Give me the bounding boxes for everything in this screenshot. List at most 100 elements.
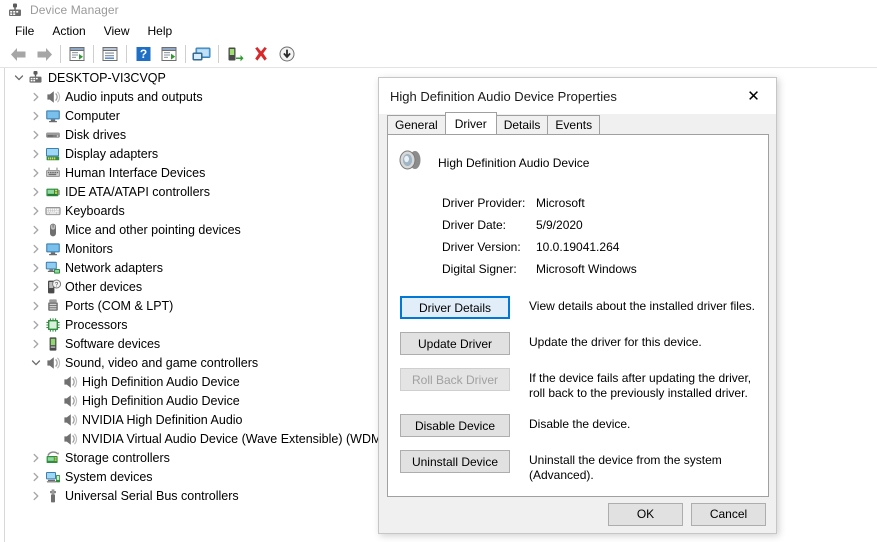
chevron-right-icon[interactable] xyxy=(28,296,44,315)
toolbar-separator xyxy=(93,45,94,63)
action-row: Driver Details View details about the in… xyxy=(400,296,768,319)
action-description: Uninstall the device from the system (Ad… xyxy=(529,453,722,482)
tree-item-label: High Definition Audio Device xyxy=(82,393,240,408)
help-icon[interactable]: ? xyxy=(130,42,156,66)
show-hidden-devices-icon[interactable] xyxy=(156,42,182,66)
tree-item-label: IDE ATA/ATAPI controllers xyxy=(65,184,210,199)
disable-device-icon[interactable] xyxy=(274,42,300,66)
tab-driver[interactable]: Driver xyxy=(444,112,497,134)
monitor-icon xyxy=(44,239,62,258)
unknown-device-icon: ? xyxy=(44,277,62,296)
speaker-icon xyxy=(61,429,79,448)
driver-tab-panel: High Definition Audio Device Driver Prov… xyxy=(387,134,769,497)
action-description: Disable the device. xyxy=(529,417,631,431)
chevron-right-icon[interactable] xyxy=(28,144,44,163)
menu-help[interactable]: Help xyxy=(139,22,182,40)
chevron-right-icon[interactable] xyxy=(28,448,44,467)
chevron-right-icon[interactable] xyxy=(28,182,44,201)
chevron-right-icon[interactable] xyxy=(28,334,44,353)
driver-details-button[interactable]: Driver Details xyxy=(400,296,510,319)
ok-button[interactable]: OK xyxy=(608,502,683,526)
chevron-right-icon[interactable] xyxy=(28,467,44,486)
device-name: High Definition Audio Device xyxy=(438,155,590,170)
keyboard-icon xyxy=(44,201,62,220)
action-description: View details about the installed driver … xyxy=(529,299,755,313)
ide-controller-icon xyxy=(44,182,62,201)
chevron-right-icon[interactable] xyxy=(28,220,44,239)
disk-icon xyxy=(44,125,62,144)
chevron-right-icon[interactable] xyxy=(28,106,44,125)
update-driver-icon[interactable] xyxy=(97,42,123,66)
tree-item-label: Mice and other pointing devices xyxy=(65,222,241,237)
mouse-icon xyxy=(44,220,62,239)
close-icon[interactable]: ✕ xyxy=(731,81,776,111)
action-description: If the device fails after updating the d… xyxy=(529,371,752,400)
uninstall-device-button[interactable]: Uninstall Device xyxy=(400,450,510,473)
speaker-icon xyxy=(61,372,79,391)
system-device-icon xyxy=(44,467,62,486)
chevron-right-icon[interactable] xyxy=(28,277,44,296)
toolbar: ? xyxy=(0,41,877,68)
properties-icon[interactable] xyxy=(64,42,90,66)
chevron-right-icon[interactable] xyxy=(28,125,44,144)
menu-file[interactable]: File xyxy=(6,22,43,40)
forward-icon[interactable] xyxy=(31,42,57,66)
hid-icon xyxy=(44,163,62,182)
tree-item-label: Human Interface Devices xyxy=(65,165,206,180)
chevron-right-icon[interactable] xyxy=(28,87,44,106)
tree-item-label: Computer xyxy=(65,108,120,123)
dialog-footer: OK Cancel xyxy=(379,495,776,533)
chevron-right-icon[interactable] xyxy=(28,163,44,182)
field-value: 10.0.19041.264 xyxy=(536,240,620,254)
tree-item-label: Monitors xyxy=(65,241,113,256)
tree-item-label: Network adapters xyxy=(65,260,163,275)
port-icon xyxy=(44,296,62,315)
tree-item-label: Disk drives xyxy=(65,127,127,142)
update-driver-button[interactable]: Update Driver xyxy=(400,332,510,355)
speaker-icon xyxy=(44,87,62,106)
menu-view[interactable]: View xyxy=(95,22,139,40)
tab-details[interactable]: Details xyxy=(495,115,549,134)
chevron-right-icon[interactable] xyxy=(28,201,44,220)
chevron-right-icon[interactable] xyxy=(28,258,44,277)
chevron-right-icon[interactable] xyxy=(28,239,44,258)
tree-item-label: Universal Serial Bus controllers xyxy=(65,488,239,503)
svg-text:?: ? xyxy=(139,47,146,61)
scan-hardware-changes-icon[interactable] xyxy=(189,42,215,66)
tab-events[interactable]: Events xyxy=(547,115,601,134)
field-value: Microsoft Windows xyxy=(536,262,637,276)
monitor-icon xyxy=(44,106,62,125)
processor-icon xyxy=(44,315,62,334)
field-value: Microsoft xyxy=(536,196,585,210)
cancel-button[interactable]: Cancel xyxy=(691,502,766,526)
menu-bar: File Action View Help xyxy=(0,20,877,41)
uninstall-device-icon[interactable] xyxy=(248,42,274,66)
device-manager-window: Device Manager File Action View Help ? D… xyxy=(0,0,877,542)
display-adapter-icon xyxy=(44,144,62,163)
storage-controller-icon xyxy=(44,448,62,467)
action-row: Uninstall Device Uninstall the device fr… xyxy=(400,450,768,483)
tree-item-label: Display adapters xyxy=(65,146,159,161)
network-adapter-icon xyxy=(44,258,62,277)
disable-device-button[interactable]: Disable Device xyxy=(400,414,510,437)
chevron-down-icon[interactable] xyxy=(11,68,27,87)
back-icon[interactable] xyxy=(5,42,31,66)
tree-item-label: DESKTOP-VI3CVQP xyxy=(48,70,166,85)
tree-item-label: Ports (COM & LPT) xyxy=(65,298,174,313)
field-row: Digital Signer: Microsoft Windows xyxy=(442,258,768,280)
field-row: Driver Provider: Microsoft xyxy=(442,192,768,214)
driver-actions: Driver Details View details about the in… xyxy=(400,296,768,483)
chevron-right-icon[interactable] xyxy=(28,486,44,505)
device-header: High Definition Audio Device xyxy=(388,135,768,178)
speaker-icon xyxy=(61,410,79,429)
toolbar-separator xyxy=(185,45,186,63)
chevron-down-icon[interactable] xyxy=(28,353,44,372)
enable-device-icon[interactable] xyxy=(222,42,248,66)
tree-item-label: Keyboards xyxy=(65,203,125,218)
tree-item-label: Other devices xyxy=(65,279,143,294)
menu-action[interactable]: Action xyxy=(43,22,94,40)
chevron-right-icon[interactable] xyxy=(28,315,44,334)
field-label: Driver Date: xyxy=(442,218,507,232)
tab-general[interactable]: General xyxy=(387,115,446,134)
